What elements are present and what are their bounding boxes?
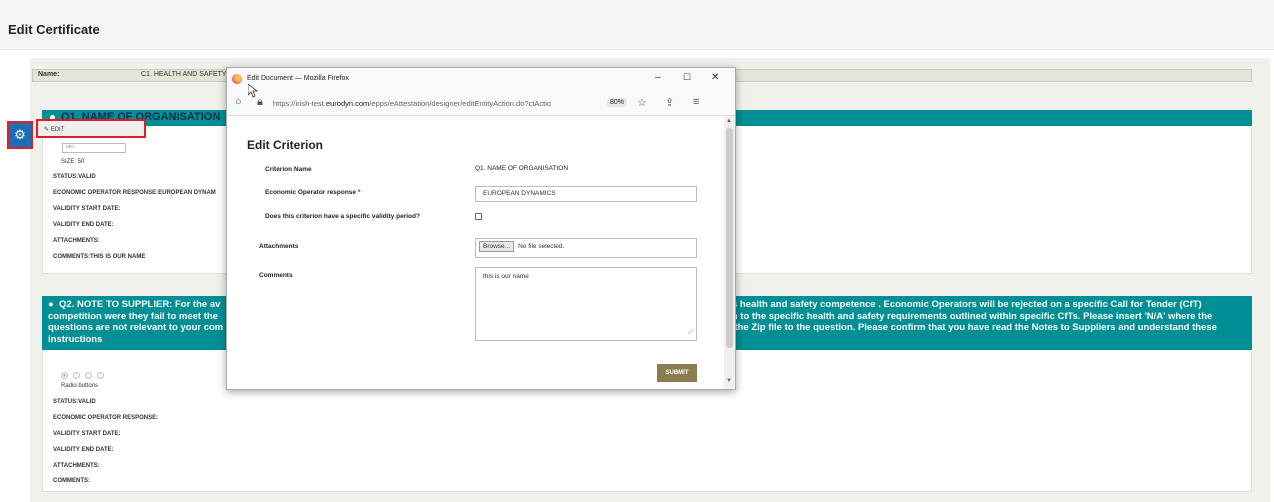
url-suffix: /epps/eAttestation/designer/editEntityAc… [369, 99, 552, 108]
scroll-down-icon[interactable]: ▼ [726, 378, 732, 384]
comments-label: Comments [259, 272, 293, 279]
q2-attachments: ATTACHMENTS: [53, 463, 100, 469]
q1-validity-end: VALIDITY END DATE: [53, 222, 114, 228]
q2-radio-group [61, 366, 109, 384]
name-value: C1. HEALTH AND SAFETY [141, 71, 227, 78]
resize-handle-icon[interactable]: ⟋ [688, 329, 693, 337]
q2-text-r1: r's health and safety competence . Econo… [726, 299, 1202, 310]
radio-option[interactable] [61, 372, 68, 379]
gear-icon: ⚙ [14, 127, 26, 142]
url-field[interactable]: https://irish-test.eurodyn.com/epps/eAtt… [273, 99, 593, 108]
name-label: Name: [38, 71, 60, 78]
q2-title: Q2. NOTE TO SUPPLIER: For the av [59, 299, 221, 310]
scroll-up-icon[interactable]: ▲ [726, 118, 732, 124]
criterion-name-value: Q1. NAME OF ORGANISATION [475, 165, 569, 172]
attachments-label: Attachments [259, 243, 299, 250]
bookmark-star-icon[interactable]: ☆ [637, 96, 647, 109]
pencil-icon: ✎ [44, 127, 50, 133]
q2-text-l4: instructions [48, 333, 103, 345]
page-title: Edit Certificate [8, 22, 100, 37]
required-marker: * [357, 189, 361, 196]
q2-status: STATUS:VALID [53, 399, 96, 405]
q1-attachments: ATTACHMENTS: [53, 238, 100, 244]
q1-status: STATUS:VALID [53, 174, 96, 180]
popup-title: Edit Document — Mozilla Firefox [247, 75, 349, 82]
settings-gear-button[interactable]: ⚙ [7, 121, 33, 149]
edit-criterion-heading: Edit Criterion [247, 138, 324, 152]
q2-validity-start: VALIDITY START DATE: [53, 431, 121, 437]
popup-titlebar: Edit Document — Mozilla Firefox – ☐ ✕ [227, 68, 735, 90]
q2-text-r3: h the Zip file to the question. Please c… [726, 322, 1217, 333]
edit-label: EDIT [50, 127, 65, 133]
q2-eo-response: ECONOMIC OPERATOR RESPONSE: [53, 415, 159, 421]
q2-text-l2: competition were they fail to meet the [48, 310, 218, 322]
submit-button[interactable]: SUBMIT [657, 364, 697, 382]
minimize-button[interactable]: – [655, 72, 661, 83]
share-icon[interactable]: ⇪ [665, 96, 674, 109]
edit-document-popup: Edit Document — Mozilla Firefox – ☐ ✕ ○ … [226, 67, 736, 390]
q2-text-l3: questions are not relevant to your com [48, 322, 224, 333]
comments-textarea[interactable]: this is our name ⟋ [475, 267, 697, 341]
edit-button[interactable]: ✎ EDIT [36, 119, 146, 138]
no-file-text: No file selected. [518, 243, 565, 250]
q1-validity-start: VALIDITY START DATE: [53, 206, 121, 212]
q2-radio-label: Radio buttons [61, 383, 99, 389]
scroll-thumb[interactable] [726, 128, 733, 348]
zoom-level[interactable]: 80% [607, 98, 628, 107]
file-input[interactable]: Browse... No file selected. [475, 238, 697, 258]
q1-comments: COMMENTS:THIS IS OUR NAME [53, 254, 146, 260]
q1-eo-response: ECONOMIC OPERATOR RESPONSE:EUROPEAN DYNA… [53, 190, 216, 196]
eo-response-label-text: Economic Operator response [265, 189, 357, 196]
menu-icon[interactable]: ≡ [693, 96, 699, 108]
maximize-button[interactable]: ☐ [683, 72, 691, 83]
url-domain: eurodyn.com [325, 99, 370, 108]
radio-option[interactable] [73, 372, 80, 379]
q2-text-r2: on to the specific health and safety req… [726, 310, 1213, 322]
browse-button[interactable]: Browse... [479, 241, 515, 252]
radio-option[interactable] [97, 372, 104, 379]
close-button[interactable]: ✕ [711, 72, 719, 83]
comments-text: this is our name [483, 273, 529, 280]
q1-size: SIZE: 50 [61, 159, 85, 165]
criterion-name-label: Criterion Name [265, 166, 312, 173]
shield-icon[interactable]: ○ [235, 96, 242, 108]
validity-checkbox[interactable] [475, 213, 482, 220]
eo-response-label: Economic Operator response * [265, 189, 360, 196]
popup-scrollbar[interactable]: ▲ ▼ [724, 116, 735, 389]
validity-question-label: Does this criterion have a specific vali… [265, 213, 420, 220]
address-bar: ○ 🔒︎ https://irish-test.eurodyn.com/epps… [227, 90, 735, 116]
q2-comments: COMMENTS: [53, 478, 90, 484]
page-header: Edit Certificate [0, 0, 1274, 50]
url-prefix: https://irish-test. [273, 99, 326, 108]
eo-response-input[interactable]: EUROPEAN DYNAMICS [475, 186, 697, 202]
q1-preview-input: abc [62, 143, 126, 153]
firefox-icon [232, 74, 242, 84]
popup-body: Edit Criterion Criterion Name Q1. NAME O… [227, 116, 724, 389]
radio-option[interactable] [85, 372, 92, 379]
bullet-icon: ● [48, 299, 54, 310]
q2-validity-end: VALIDITY END DATE: [53, 447, 114, 453]
